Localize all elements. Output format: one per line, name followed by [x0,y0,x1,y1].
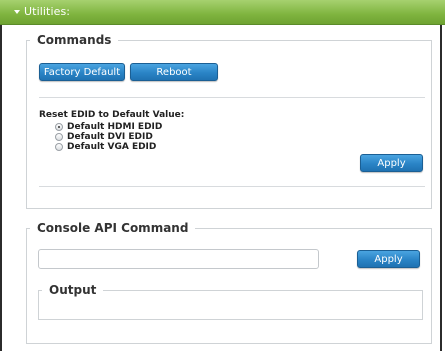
output-legend: Output [49,283,97,297]
edid-apply-button[interactable]: Apply [360,154,423,172]
reboot-button[interactable]: Reboot [130,63,218,81]
radio-label: Default VGA EDID [67,142,157,152]
radio-option-vga[interactable]: Default VGA EDID [55,142,156,152]
radio-label: Default DVI EDID [67,132,153,142]
radio-option-hdmi[interactable]: Default HDMI EDID [55,122,162,132]
output-fieldset: Output [38,283,423,320]
commands-divider-top [39,97,425,98]
utilities-header[interactable]: Utilities: [0,0,445,25]
collapse-triangle-icon[interactable] [14,10,20,14]
radio-button-icon[interactable] [55,133,63,141]
commands-divider-bottom [39,186,425,187]
commands-fieldset: Commands [26,33,432,209]
commands-legend: Commands [37,33,112,47]
radio-button-icon[interactable] [55,143,63,151]
output-text [39,297,422,301]
radio-button-icon[interactable] [55,123,63,131]
console-apply-button[interactable]: Apply [357,250,420,268]
utilities-title: Utilities: [24,5,71,18]
console-command-input[interactable] [38,249,319,269]
radio-label: Default HDMI EDID [67,122,163,132]
console-legend: Console API Command [37,221,189,235]
factory-default-button[interactable]: Factory Default [39,63,125,81]
radio-option-dvi[interactable]: Default DVI EDID [55,132,153,142]
reset-edid-label: Reset EDID to Default Value: [39,110,185,120]
